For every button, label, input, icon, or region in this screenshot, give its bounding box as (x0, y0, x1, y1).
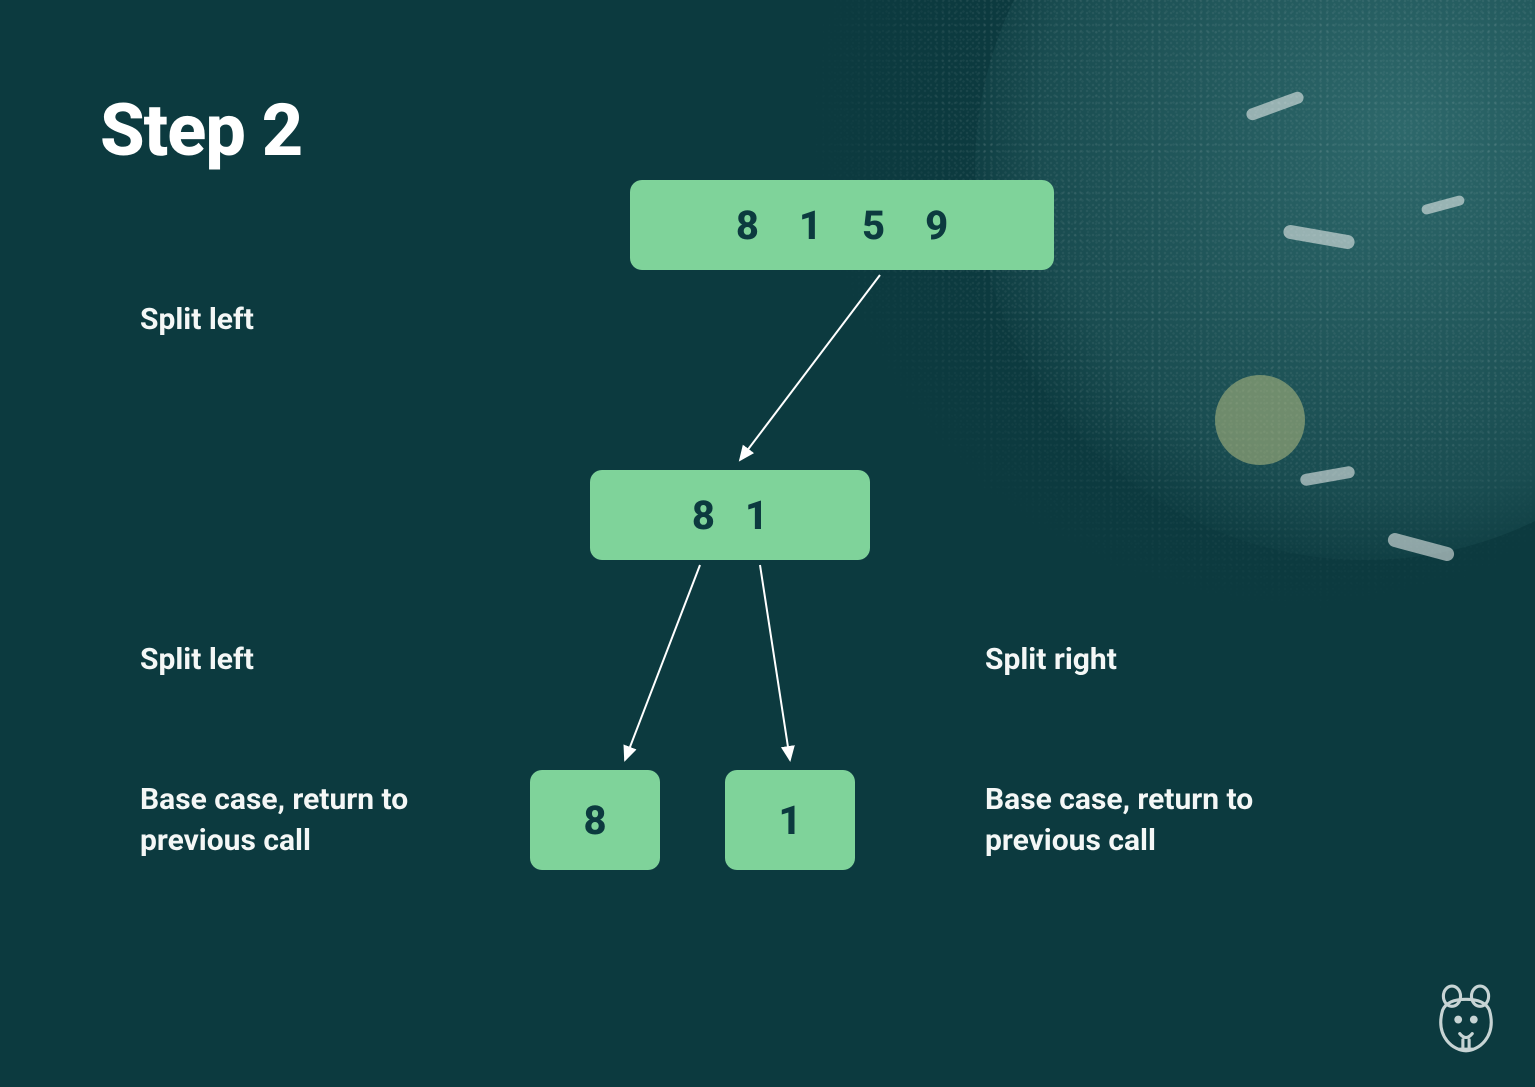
background-streak (1299, 465, 1355, 486)
node-root: 8 1 5 9 (630, 180, 1054, 270)
label-base-case-right: Base case, return to previous call (985, 780, 1315, 861)
background-streak (1420, 194, 1465, 215)
node-value: 1 (778, 797, 801, 844)
node-leaf-left: 8 (530, 770, 660, 870)
node-leaf-right: 1 (725, 770, 855, 870)
label-split-right: Split right (985, 640, 1117, 681)
node-mid: 8 1 (590, 470, 870, 560)
node-value: 9 (925, 202, 948, 249)
node-value: 5 (862, 202, 885, 249)
beaver-logo-icon (1427, 979, 1505, 1057)
background-streak (1386, 531, 1455, 562)
label-split-left-2: Split left (140, 640, 254, 681)
node-value: 1 (799, 202, 822, 249)
node-value: 1 (745, 492, 768, 539)
label-base-case-left: Base case, return to previous call (140, 780, 470, 861)
background-streak (1282, 224, 1355, 250)
node-value: 8 (736, 202, 759, 249)
background-streak (1245, 90, 1305, 122)
background-circle (975, 0, 1535, 560)
node-value: 8 (583, 797, 606, 844)
label-split-left-1: Split left (140, 300, 254, 341)
background-dot (1215, 375, 1305, 465)
node-value: 8 (692, 492, 715, 539)
slide-title: Step 2 (100, 88, 302, 173)
